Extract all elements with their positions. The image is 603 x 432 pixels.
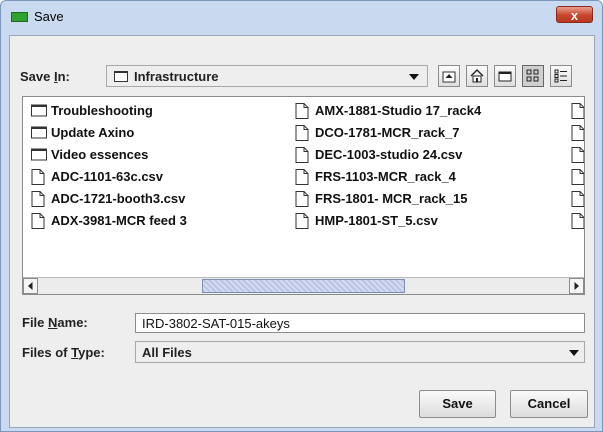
home-icon [470,69,484,83]
file-list-item-name: DEC-1003-studio 24.csv [315,147,463,162]
file-list-item-name: Troubleshooting [51,103,153,118]
file-list-item-name: AMX-1881-Studio 17_rack4 [315,103,482,118]
save-in-label: Save In: [20,69,70,84]
chevron-down-icon [409,74,419,80]
file-icon [295,103,309,122]
details-view-icon [554,69,567,83]
title-bar: Save x [1,1,602,35]
list-view-icon [526,69,539,82]
files-of-type-value: All Files [142,345,192,360]
scrollbar-thumb[interactable] [202,279,405,293]
scroll-right-button[interactable] [569,278,584,294]
files-of-type-label: Files of Type: [22,345,105,360]
file-list: Troubleshooting Update Axino Video essence… [22,96,585,295]
home-button[interactable] [466,65,488,87]
file-icon [31,169,45,188]
scroll-left-arrow-icon [28,282,33,290]
file-icon [295,169,309,188]
file-icon [295,191,309,210]
file-list-item-name: HMP-1801-ST_5.csv [315,213,438,228]
file-list-item-name: FRS-1103-MCR_rack_4 [315,169,456,184]
file-icon [571,213,584,234]
file-icon [295,213,309,232]
folder-icon [31,103,47,120]
app-icon [11,12,28,22]
horizontal-scrollbar[interactable] [23,277,584,294]
file-icon [571,191,584,212]
file-list-item-name: FRS-1801- MCR_rack_15 [315,191,468,206]
folder-icon [114,71,128,82]
folder-icon [31,125,47,142]
dialog-content: Save In: Infrastructure Troubleshooting U… [9,35,595,428]
up-one-level-button[interactable] [438,65,460,87]
chevron-down-icon [569,350,579,356]
folder-icon [31,147,47,164]
file-list-item-name: ADC-1721-booth3.csv [51,191,186,206]
save-in-combo[interactable]: Infrastructure [106,65,428,87]
files-of-type-combo[interactable]: All Files [135,341,585,363]
file-icon [295,147,309,166]
list-view-button[interactable] [522,65,544,87]
scroll-right-arrow-icon [574,282,579,290]
save-in-value: Infrastructure [134,69,219,84]
file-name-label: File Name: [22,315,88,330]
file-icon [31,191,45,210]
file-list-item-name: ADX-3981-MCR feed 3 [51,213,187,228]
scroll-left-button[interactable] [23,278,38,294]
file-list-item-name: Update Axino [51,125,135,140]
up-one-level-icon [442,71,456,83]
save-button[interactable]: Save [419,390,496,418]
file-icon [571,125,584,146]
new-folder-icon [498,71,512,82]
close-button[interactable]: x [556,6,593,23]
file-icon [571,169,584,190]
file-name-field[interactable] [135,313,585,333]
file-icon [571,103,584,124]
file-icon [295,125,309,144]
file-name-input[interactable] [136,314,582,332]
file-icon [571,147,584,168]
window-title: Save [34,9,64,24]
new-folder-button[interactable] [494,65,516,87]
cancel-button[interactable]: Cancel [510,390,588,418]
save-dialog: Save x Save In: Infrastructure Troublesh… [0,0,603,432]
details-view-button[interactable] [550,65,572,87]
file-list-item-name: DCO-1781-MCR_rack_7 [315,125,460,140]
file-list-item-name: Video essences [51,147,149,162]
file-list-item-name: ADC-1101-63c.csv [51,169,164,184]
file-icon [31,213,45,232]
